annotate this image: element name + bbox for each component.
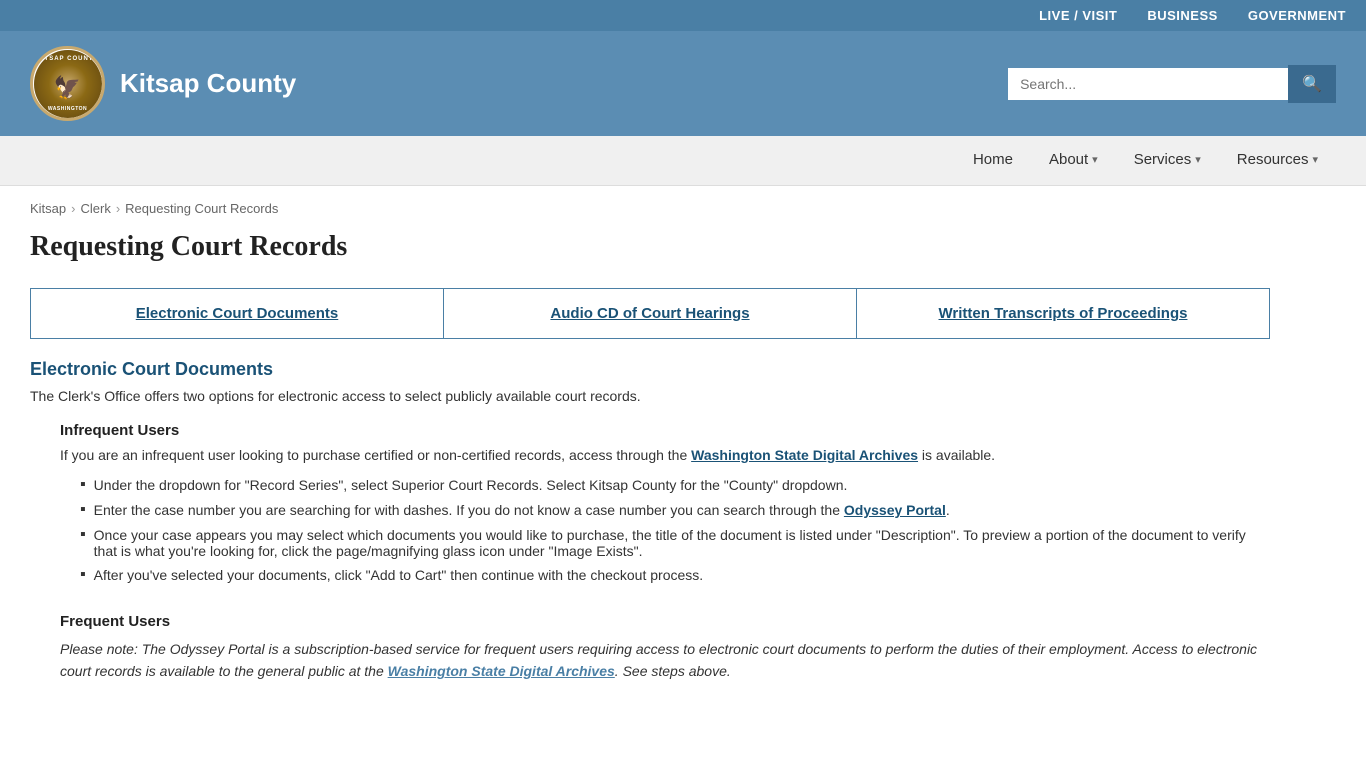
wa-digital-archives-link[interactable]: Washington State Digital Archives — [691, 447, 918, 463]
nav-bar: Home About ▾ Services ▾ Resources ▾ — [0, 136, 1366, 186]
search-input[interactable] — [1008, 68, 1288, 100]
nav-home[interactable]: Home — [955, 136, 1031, 185]
bullet-item-1: Under the dropdown for "Record Series", … — [80, 473, 1270, 498]
breadcrumb-kitsap[interactable]: Kitsap — [30, 201, 66, 216]
bullet-item-4: After you've selected your documents, cl… — [80, 563, 1270, 588]
site-title: Kitsap County — [120, 68, 296, 99]
nav-about[interactable]: About ▾ — [1031, 136, 1116, 185]
tab-electronic-court-docs[interactable]: Electronic Court Documents — [31, 289, 444, 338]
bullet-item-2: Enter the case number you are searching … — [80, 498, 1270, 523]
page-title: Requesting Court Records — [30, 231, 1270, 263]
breadcrumb-current: Requesting Court Records — [125, 201, 278, 216]
logo-inner: KITSAP COUNTY 🦅 WASHINGTON — [34, 50, 102, 118]
search-button[interactable]: 🔍 — [1288, 65, 1336, 103]
breadcrumb-sep-2: › — [116, 201, 120, 216]
frequent-note: Please note: The Odyssey Portal is a sub… — [60, 638, 1270, 683]
government-link[interactable]: GOVERNMENT — [1248, 8, 1346, 23]
top-bar: LIVE / VISIT BUSINESS GOVERNMENT — [0, 0, 1366, 31]
frequent-heading: Frequent Users — [60, 613, 1270, 630]
infrequent-intro-after: is available. — [918, 447, 995, 463]
logo-bottom-text: WASHINGTON — [48, 106, 87, 112]
section-intro: The Clerk's Office offers two options fo… — [30, 388, 1270, 404]
nav-services[interactable]: Services ▾ — [1116, 136, 1219, 185]
breadcrumb: Kitsap › Clerk › Requesting Court Record… — [0, 186, 1366, 221]
breadcrumb-sep-1: › — [71, 201, 75, 216]
nav-resources[interactable]: Resources ▾ — [1219, 136, 1336, 185]
business-link[interactable]: BUSINESS — [1147, 8, 1217, 23]
live-visit-link[interactable]: LIVE / VISIT — [1039, 8, 1117, 23]
infrequent-intro: If you are an infrequent user looking to… — [60, 447, 1270, 463]
infrequent-users-section: Infrequent Users If you are an infrequen… — [60, 422, 1270, 588]
bullet-item-3: Once your case appears you may select wh… — [80, 523, 1270, 563]
logo-eagle-icon: 🦅 — [54, 75, 81, 101]
logo-area: KITSAP COUNTY 🦅 WASHINGTON Kitsap County — [30, 46, 296, 121]
tab-bar: Electronic Court Documents Audio CD of C… — [30, 288, 1270, 339]
frequent-users-section: Frequent Users Please note: The Odyssey … — [60, 613, 1270, 683]
site-header: KITSAP COUNTY 🦅 WASHINGTON Kitsap County… — [0, 31, 1366, 136]
section-heading: Electronic Court Documents — [30, 359, 1270, 380]
infrequent-intro-before: If you are an infrequent user looking to… — [60, 447, 691, 463]
bullet2-before: Enter the case number you are searching … — [94, 502, 844, 518]
wa-digital-archives-link-2[interactable]: Washington State Digital Archives — [388, 663, 615, 679]
tab-audio-cd[interactable]: Audio CD of Court Hearings — [444, 289, 857, 338]
odyssey-portal-link-1[interactable]: Odyssey Portal — [844, 502, 946, 518]
bullet2-after: . — [946, 502, 950, 518]
breadcrumb-clerk[interactable]: Clerk — [80, 201, 110, 216]
search-area: 🔍 — [1008, 65, 1336, 103]
infrequent-heading: Infrequent Users — [60, 422, 1270, 439]
about-chevron-icon: ▾ — [1092, 153, 1098, 166]
main-content: Requesting Court Records Electronic Cour… — [0, 221, 1300, 723]
logo-top-text: KITSAP COUNTY — [37, 56, 99, 62]
resources-chevron-icon: ▾ — [1312, 153, 1318, 166]
services-chevron-icon: ▾ — [1195, 153, 1201, 166]
logo: KITSAP COUNTY 🦅 WASHINGTON — [30, 46, 105, 121]
tab-written-transcripts[interactable]: Written Transcripts of Proceedings — [857, 289, 1269, 338]
frequent-note-after: . See steps above. — [615, 663, 731, 679]
infrequent-bullet-list: Under the dropdown for "Record Series", … — [80, 473, 1270, 588]
